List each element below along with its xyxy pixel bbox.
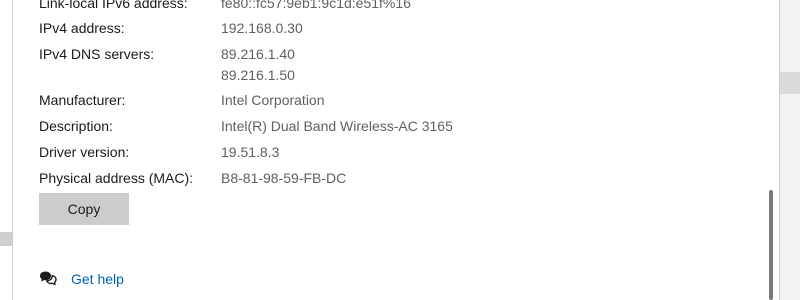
right-background-strip <box>780 0 800 300</box>
link-local-ipv6-label: Link-local IPv6 address: <box>39 0 188 11</box>
physical-address-value: B8-81-98-59-FB-DC <box>221 170 347 186</box>
ipv4-address-label: IPv4 address: <box>39 20 125 36</box>
link-local-ipv6-value: fe80::fc57:9eb1:9c1d:e51f%16 <box>221 0 411 11</box>
ipv4-dns-servers-label: IPv4 DNS servers: <box>39 46 155 62</box>
driver-version-label: Driver version: <box>39 144 130 160</box>
left-background-band <box>0 232 12 246</box>
manufacturer-label: Manufacturer: <box>39 92 126 108</box>
scrollbar-thumb[interactable] <box>769 190 773 300</box>
manufacturer-value: Intel Corporation <box>221 92 325 108</box>
description-label: Description: <box>39 118 113 134</box>
get-help-link[interactable]: Get help <box>71 270 124 288</box>
copy-button[interactable]: Copy <box>39 193 129 225</box>
description-value: Intel(R) Dual Band Wireless-AC 3165 <box>221 118 453 134</box>
ipv4-dns-server-primary-value: 89.216.1.40 <box>221 46 295 62</box>
ipv4-dns-server-secondary-value: 89.216.1.50 <box>221 67 295 83</box>
chat-bubbles-icon <box>39 269 57 287</box>
right-background-band <box>780 72 800 94</box>
ipv4-address-value: 192.168.0.30 <box>221 20 303 36</box>
driver-version-value: 19.51.8.3 <box>221 144 280 160</box>
physical-address-label: Physical address (MAC): <box>39 170 194 186</box>
left-background-strip <box>0 0 12 300</box>
